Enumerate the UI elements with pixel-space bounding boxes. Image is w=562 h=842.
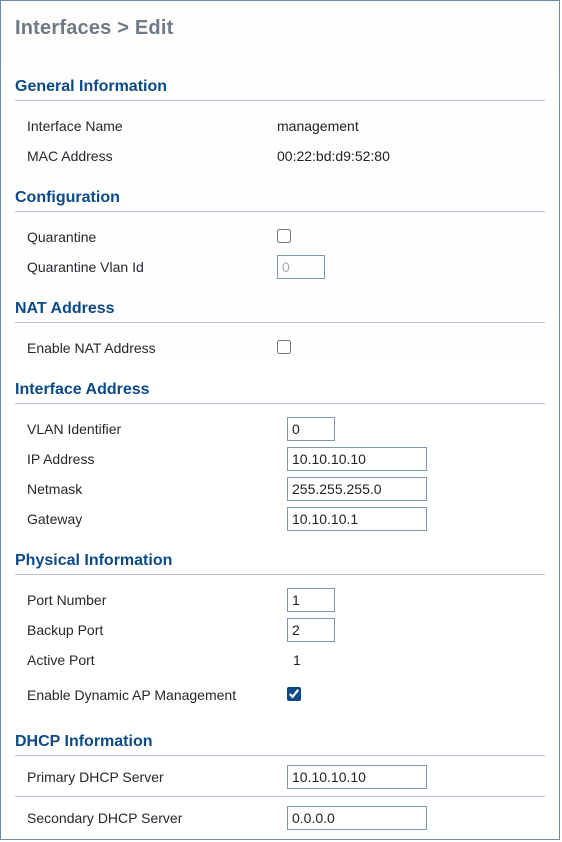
section-title-general: General Information (15, 78, 545, 96)
row-netmask: Netmask (27, 474, 545, 504)
section-nat: Enable NAT Address (15, 333, 545, 363)
row-secondary-dhcp: Secondary DHCP Server (27, 803, 545, 833)
section-physical-information: Port Number Backup Port Active Port 1 En… (15, 585, 545, 715)
quarantine-vlan-label: Quarantine Vlan Id (27, 259, 277, 275)
row-active-port: Active Port 1 (27, 645, 545, 675)
section-divider (15, 755, 545, 756)
quarantine-label: Quarantine (27, 229, 277, 245)
section-divider (15, 100, 545, 101)
section-dhcp-information: Primary DHCP Server Secondary DHCP Serve… (15, 762, 545, 833)
section-configuration: Quarantine Quarantine Vlan Id (15, 222, 545, 282)
gateway-input[interactable] (287, 507, 427, 531)
section-interface-address: VLAN Identifier IP Address Netmask Gatew… (15, 414, 545, 534)
row-primary-dhcp: Primary DHCP Server (27, 762, 545, 792)
edit-interface-page: Interfaces > Edit General Information In… (0, 0, 560, 840)
section-divider (15, 403, 545, 404)
port-number-label: Port Number (27, 592, 287, 608)
active-port-label: Active Port (27, 652, 287, 668)
row-interface-name: Interface Name management (27, 111, 545, 141)
section-title-configuration: Configuration (15, 189, 545, 207)
row-quarantine-vlan: Quarantine Vlan Id (27, 252, 545, 282)
enable-nat-checkbox[interactable] (277, 340, 291, 354)
dynamic-ap-label: Enable Dynamic AP Management (27, 687, 287, 704)
row-backup-port: Backup Port (27, 615, 545, 645)
quarantine-vlan-input[interactable] (277, 255, 325, 279)
netmask-input[interactable] (287, 477, 427, 501)
backup-port-label: Backup Port (27, 622, 287, 638)
section-divider (15, 211, 545, 212)
section-title-nat: NAT Address (15, 300, 545, 318)
enable-nat-label: Enable NAT Address (27, 340, 277, 356)
row-quarantine: Quarantine (27, 222, 545, 252)
row-vlan-identifier: VLAN Identifier (27, 414, 545, 444)
primary-dhcp-input[interactable] (287, 765, 427, 789)
gateway-label: Gateway (27, 511, 287, 527)
quarantine-checkbox[interactable] (277, 229, 291, 243)
ip-address-input[interactable] (287, 447, 427, 471)
active-port-value: 1 (287, 652, 301, 668)
vlan-identifier-label: VLAN Identifier (27, 421, 287, 437)
mac-address-value: 00:22:bd:d9:52:80 (277, 148, 390, 164)
row-mac-address: MAC Address 00:22:bd:d9:52:80 (27, 141, 545, 171)
dynamic-ap-checkbox[interactable] (287, 687, 301, 701)
breadcrumb: Interfaces > Edit (15, 17, 545, 40)
row-ip-address: IP Address (27, 444, 545, 474)
row-gateway: Gateway (27, 504, 545, 534)
vlan-identifier-input[interactable] (287, 417, 335, 441)
interface-name-value: management (277, 118, 359, 134)
secondary-dhcp-input[interactable] (287, 806, 427, 830)
section-title-ifaddr: Interface Address (15, 381, 545, 399)
section-title-dhcp: DHCP Information (15, 733, 545, 751)
secondary-dhcp-label: Secondary DHCP Server (27, 810, 287, 826)
backup-port-input[interactable] (287, 618, 335, 642)
row-divider (15, 796, 545, 797)
primary-dhcp-label: Primary DHCP Server (27, 769, 287, 785)
row-dynamic-ap: Enable Dynamic AP Management (27, 675, 545, 715)
section-divider (15, 574, 545, 575)
section-divider (15, 322, 545, 323)
row-port-number: Port Number (27, 585, 545, 615)
netmask-label: Netmask (27, 481, 287, 497)
interface-name-label: Interface Name (27, 118, 277, 134)
section-title-physical: Physical Information (15, 552, 545, 570)
row-enable-nat: Enable NAT Address (27, 333, 545, 363)
port-number-input[interactable] (287, 588, 335, 612)
ip-address-label: IP Address (27, 451, 287, 467)
mac-address-label: MAC Address (27, 148, 277, 164)
section-general: Interface Name management MAC Address 00… (15, 111, 545, 171)
